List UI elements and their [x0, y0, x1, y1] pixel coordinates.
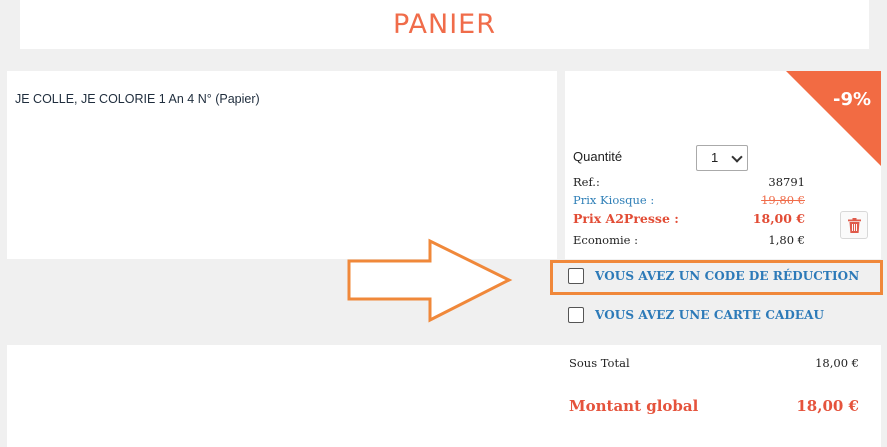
- arrow-annotation-icon: [347, 238, 513, 323]
- totals-left-panel: [7, 345, 557, 447]
- product-name[interactable]: JE COLLE, JE COLORIE 1 An 4 N° (Papier): [15, 92, 260, 106]
- gift-card-label[interactable]: VOUS AVEZ UNE CARTE CADEAU: [595, 308, 824, 322]
- grand-total-label: Montant global: [569, 397, 699, 415]
- a2presse-price-row: Prix A2Presse : 18,00 €: [573, 211, 805, 226]
- promo-code-checkbox[interactable]: [568, 268, 584, 284]
- economie-value: 1,80 €: [768, 233, 805, 247]
- subtotal-label: Sous Total: [569, 356, 630, 370]
- ref-value: 38791: [768, 175, 805, 189]
- product-detail-panel: -9% Quantité 1 Ref.: 38791 Prix Kiosque …: [565, 71, 881, 259]
- a2presse-price-value: 18,00 €: [752, 211, 805, 226]
- discount-badge: [786, 71, 881, 166]
- economie-label: Economie :: [573, 233, 639, 247]
- ref-label: Ref.:: [573, 175, 600, 189]
- kiosque-price-label: Prix Kiosque :: [573, 193, 655, 207]
- page-header: PANIER: [20, 0, 869, 49]
- subtotal-row: Sous Total 18,00 €: [569, 356, 859, 370]
- trash-icon: [848, 218, 861, 233]
- kiosque-price-row: Prix Kiosque : 19,80 €: [573, 193, 805, 207]
- totals-panel: Sous Total 18,00 € Montant global 18,00 …: [557, 345, 881, 447]
- quantity-value: 1: [711, 150, 719, 165]
- promo-code-label[interactable]: VOUS AVEZ UN CODE DE RÉDUCTION: [595, 269, 859, 283]
- gift-card-checkbox[interactable]: [568, 307, 584, 323]
- grand-total-row: Montant global 18,00 €: [569, 397, 859, 415]
- subtotal-value: 18,00 €: [815, 356, 859, 370]
- economie-row: Economie : 1,80 €: [573, 233, 805, 247]
- chevron-down-icon: [731, 151, 743, 163]
- gift-card-option[interactable]: VOUS AVEZ UNE CARTE CADEAU: [568, 307, 824, 323]
- promo-code-option[interactable]: VOUS AVEZ UN CODE DE RÉDUCTION: [568, 268, 859, 284]
- remove-item-button[interactable]: [840, 211, 868, 239]
- ref-row: Ref.: 38791: [573, 175, 805, 189]
- quantity-select[interactable]: 1: [696, 145, 748, 171]
- quantity-label: Quantité: [573, 149, 623, 164]
- page-title: PANIER: [392, 9, 496, 40]
- grand-total-value: 18,00 €: [796, 397, 859, 415]
- kiosque-price-value: 19,80 €: [761, 193, 805, 207]
- a2presse-price-label: Prix A2Presse :: [573, 211, 679, 226]
- product-panel: JE COLLE, JE COLORIE 1 An 4 N° (Papier): [7, 71, 557, 259]
- discount-badge-text: -9%: [832, 89, 871, 110]
